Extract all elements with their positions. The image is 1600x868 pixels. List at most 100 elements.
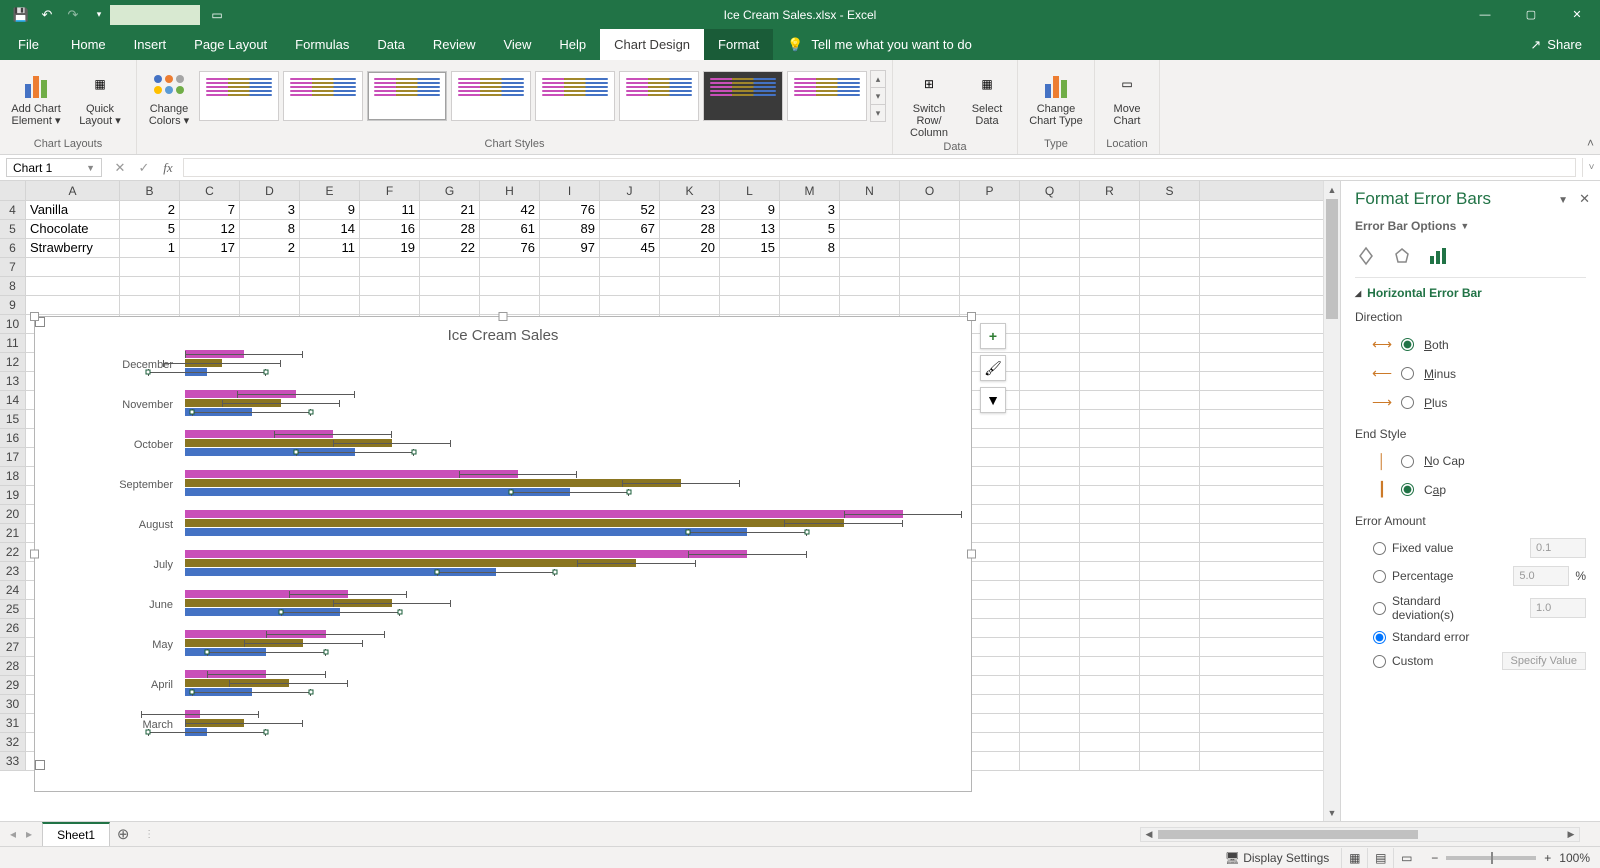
bar-group[interactable]: December (185, 350, 951, 380)
cell[interactable] (600, 296, 660, 314)
cell[interactable] (1020, 600, 1080, 618)
cell[interactable] (1020, 410, 1080, 428)
bar-vanilla[interactable] (185, 448, 951, 456)
cell[interactable] (900, 239, 960, 257)
cell[interactable] (1140, 239, 1200, 257)
cell[interactable] (1080, 353, 1140, 371)
bar-group[interactable]: March (185, 710, 951, 740)
maximize-button[interactable]: ▢ (1508, 0, 1554, 29)
cell[interactable] (180, 258, 240, 276)
bar-strawberry[interactable] (185, 590, 951, 598)
scroll-thumb[interactable] (1326, 199, 1338, 319)
error-bar[interactable] (207, 652, 325, 653)
cell[interactable] (1020, 315, 1080, 333)
cell[interactable] (720, 296, 780, 314)
bar-options-icon[interactable] (1427, 245, 1449, 267)
row-header[interactable]: 12 (0, 353, 26, 371)
chart-title[interactable]: Ice Cream Sales (35, 317, 971, 350)
row-header[interactable]: 9 (0, 296, 26, 314)
error-bar[interactable] (333, 443, 451, 444)
cell[interactable]: 97 (540, 239, 600, 257)
style-thumb-8[interactable] (787, 71, 867, 121)
cell[interactable] (1140, 258, 1200, 276)
cell[interactable] (780, 277, 840, 295)
cell[interactable] (1080, 391, 1140, 409)
cell[interactable]: 45 (600, 239, 660, 257)
error-bar[interactable] (333, 603, 451, 604)
bar-vanilla[interactable] (185, 408, 951, 416)
cell[interactable] (1080, 733, 1140, 751)
formula-input[interactable] (184, 158, 1576, 177)
cell[interactable] (1080, 581, 1140, 599)
cell[interactable] (1020, 467, 1080, 485)
cell[interactable]: 42 (480, 201, 540, 219)
chart-filters-button[interactable]: ▼ (980, 387, 1006, 413)
formula-bar-expand-icon[interactable]: ˅ (1582, 158, 1600, 177)
cell[interactable] (960, 277, 1020, 295)
cell[interactable]: 7 (180, 201, 240, 219)
cell[interactable] (1020, 524, 1080, 542)
cell[interactable] (1140, 524, 1200, 542)
redo-icon[interactable]: ↷ (62, 4, 84, 26)
cell[interactable] (1080, 676, 1140, 694)
column-header[interactable]: H (480, 181, 540, 200)
cell[interactable]: 11 (360, 201, 420, 219)
move-chart-button[interactable]: ▭ Move Chart (1101, 64, 1153, 127)
cell[interactable] (1080, 657, 1140, 675)
error-bar[interactable] (222, 403, 340, 404)
chart-styles-gallery[interactable]: ▴▾▾ (199, 64, 886, 122)
cell[interactable] (120, 277, 180, 295)
cell[interactable] (900, 296, 960, 314)
row-header[interactable]: 23 (0, 562, 26, 580)
tell-me-search[interactable]: 💡 Tell me what you want to do (773, 29, 986, 60)
cell[interactable] (1020, 296, 1080, 314)
direction-minus-option[interactable]: ⟵Minus (1355, 359, 1586, 388)
cell[interactable]: 8 (780, 239, 840, 257)
cell[interactable] (1140, 486, 1200, 504)
cell[interactable] (1020, 752, 1080, 770)
row-header[interactable]: 16 (0, 429, 26, 447)
cell[interactable] (1080, 638, 1140, 656)
cell[interactable] (420, 277, 480, 295)
bar-group[interactable]: June (185, 590, 951, 620)
cell[interactable] (720, 258, 780, 276)
error-bar[interactable] (148, 732, 266, 733)
tab-data[interactable]: Data (363, 29, 418, 60)
cell[interactable] (480, 258, 540, 276)
tab-insert[interactable]: Insert (120, 29, 181, 60)
error-bar[interactable] (622, 483, 740, 484)
bar-vanilla[interactable] (185, 568, 951, 576)
cell[interactable] (1140, 353, 1200, 371)
row-header[interactable]: 33 (0, 752, 26, 770)
sheet-nav[interactable]: ◂ ▸ (0, 822, 42, 846)
insert-function-icon[interactable]: fx (157, 160, 179, 176)
zoom-controls[interactable]: − + 100% (1431, 851, 1590, 865)
row-header[interactable]: 15 (0, 410, 26, 428)
column-header[interactable]: O (900, 181, 960, 200)
cell[interactable] (1140, 676, 1200, 694)
page-layout-view-icon[interactable]: ▤ (1367, 848, 1393, 868)
cell[interactable] (840, 201, 900, 219)
cell[interactable]: 9 (300, 201, 360, 219)
bar-vanilla[interactable] (185, 488, 951, 496)
cell[interactable]: 15 (720, 239, 780, 257)
error-bar[interactable] (281, 612, 399, 613)
cell[interactable] (1020, 581, 1080, 599)
bar-strawberry[interactable] (185, 670, 951, 678)
share-button[interactable]: ↗ Share (1512, 29, 1600, 60)
column-header[interactable]: J (600, 181, 660, 200)
error-bar[interactable] (192, 692, 310, 693)
cell[interactable] (1020, 676, 1080, 694)
sheet-tab-sheet1[interactable]: Sheet1 (42, 822, 110, 846)
vertical-scrollbar[interactable]: ▲ ▼ (1323, 181, 1340, 821)
cell[interactable] (660, 296, 720, 314)
column-header[interactable]: M (780, 181, 840, 200)
column-header[interactable]: R (1080, 181, 1140, 200)
cell[interactable] (1140, 372, 1200, 390)
cell[interactable] (1140, 543, 1200, 561)
cell[interactable]: 22 (420, 239, 480, 257)
cell[interactable] (1080, 600, 1140, 618)
column-header[interactable]: I (540, 181, 600, 200)
row-header[interactable]: 32 (0, 733, 26, 751)
switch-row-column-button[interactable]: ⊞ Switch Row/ Column (899, 64, 959, 139)
